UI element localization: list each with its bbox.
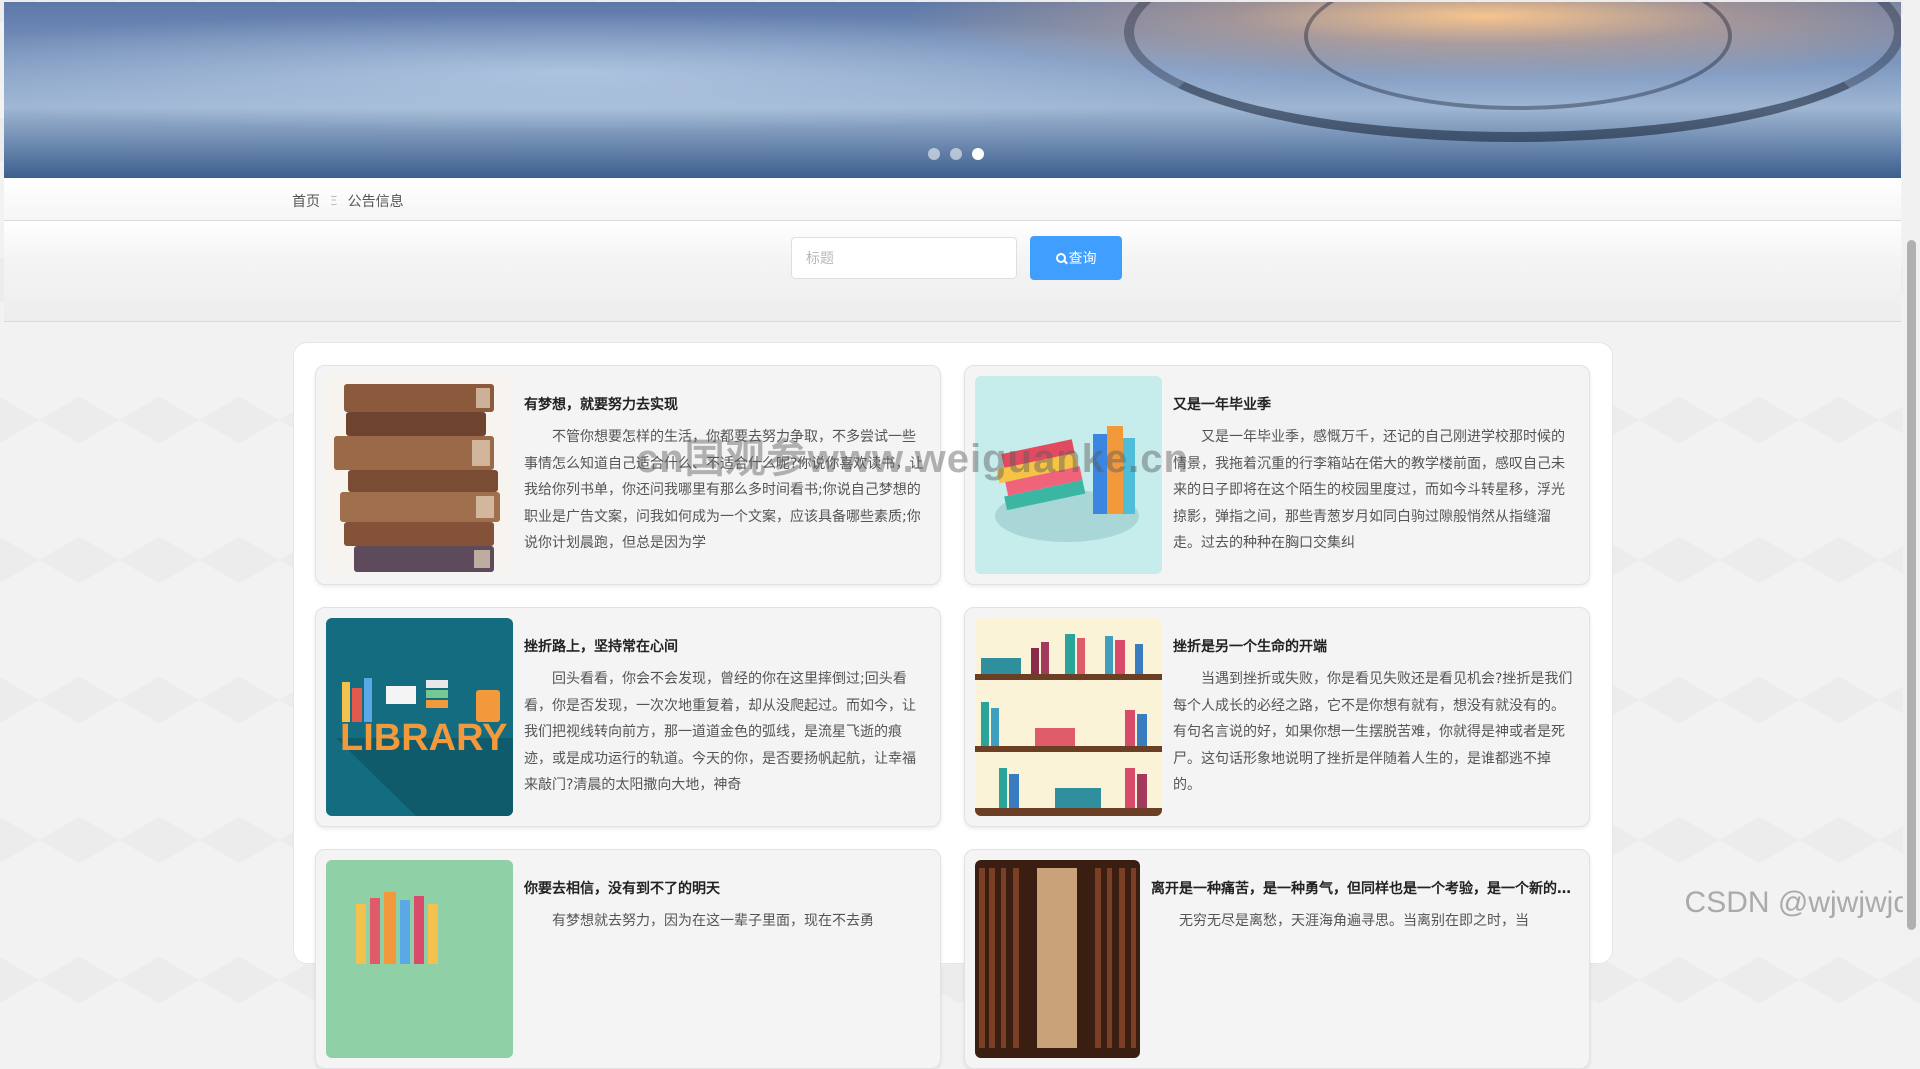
- carousel-dot-1[interactable]: [928, 148, 940, 160]
- carousel-dot-2[interactable]: [950, 148, 962, 160]
- breadcrumb-current: 公告信息: [347, 194, 404, 210]
- notice-card[interactable]: LIBRARY 挫折路上，坚持常在心间 回头看看，你会不会发现，曾经的你在这里摔…: [315, 607, 941, 827]
- notice-title[interactable]: 挫折路上，坚持常在心间: [524, 636, 932, 656]
- notice-card[interactable]: 挫折是另一个生命的开端 当遇到挫折或失败，你是看见失败还是看见机会?挫折是我们每…: [964, 607, 1590, 827]
- breadcrumb-home[interactable]: 首页: [292, 191, 320, 211]
- breadcrumb-bar: 首页 Ξ 公告信息: [4, 178, 1901, 221]
- search-icon: [1055, 253, 1066, 263]
- notice-card[interactable]: 你要去相信，没有到不了的明天 有梦想就去努力，因为在这一辈子里面，现在不去勇: [315, 849, 941, 1069]
- title-search-input[interactable]: [791, 237, 1017, 279]
- green-books-thumbnail: [326, 860, 513, 1058]
- notice-summary: 有梦想就去努力，因为在这一辈子里面，现在不去勇: [552, 913, 874, 929]
- stacked-old-books-thumbnail: [326, 376, 513, 574]
- search-button[interactable]: 查询: [1030, 236, 1122, 280]
- csdn-watermark: CSDN @wjwjwjd: [1684, 886, 1910, 919]
- breadcrumb-separator-icon: Ξ: [330, 194, 338, 208]
- notice-title[interactable]: 离开是一种痛苦，是一种勇气，但同样也是一个考验，是一个新的开端: [1151, 878, 1581, 898]
- notice-summary: 无穷无尽是离愁，天涯海角遍寻思。当离别在即之时，当: [1179, 913, 1529, 929]
- search-bar: 查询: [4, 221, 1901, 322]
- carousel-banner[interactable]: [4, 2, 1901, 178]
- site-watermark: cn国观参www.weiguanke.cn: [636, 437, 1189, 481]
- scrollbar-thumb[interactable]: [1907, 240, 1916, 930]
- notice-card[interactable]: 离开是一种痛苦，是一种勇气，但同样也是一个考验，是一个新的开端 无穷无尽是离愁，…: [964, 849, 1590, 1069]
- breadcrumb: 首页 Ξ 公告信息: [292, 191, 404, 211]
- search-button-label: 查询: [1068, 250, 1097, 266]
- bookshelf-thumbnail: [975, 618, 1162, 816]
- svg-text:LIBRARY: LIBRARY: [340, 717, 507, 759]
- notice-title[interactable]: 你要去相信，没有到不了的明天: [524, 878, 932, 898]
- notice-title[interactable]: 又是一年毕业季: [1173, 394, 1581, 414]
- notice-summary: 又是一年毕业季，感慨万千，还记的自己刚进学校那时候的情景，我拖着沉重的行李箱站在…: [1173, 429, 1565, 551]
- page-scrollbar[interactable]: [1903, 0, 1920, 934]
- library-shelves-thumbnail: [975, 860, 1140, 1058]
- carousel-indicators: [928, 148, 984, 160]
- notice-title[interactable]: 挫折是另一个生命的开端: [1173, 636, 1581, 656]
- notice-title[interactable]: 有梦想，就要努力去实现: [524, 394, 932, 414]
- library-thumbnail: LIBRARY: [326, 618, 513, 816]
- notice-summary: 当遇到挫折或失败，你是看见失败还是看见机会?挫折是我们每个人成长的必经之路，它不…: [1173, 671, 1573, 793]
- carousel-dot-3[interactable]: [972, 148, 984, 160]
- notice-summary: 回头看看，你会不会发现，曾经的你在这里摔倒过;回头看看，你是否发现，一次次地重复…: [524, 671, 916, 793]
